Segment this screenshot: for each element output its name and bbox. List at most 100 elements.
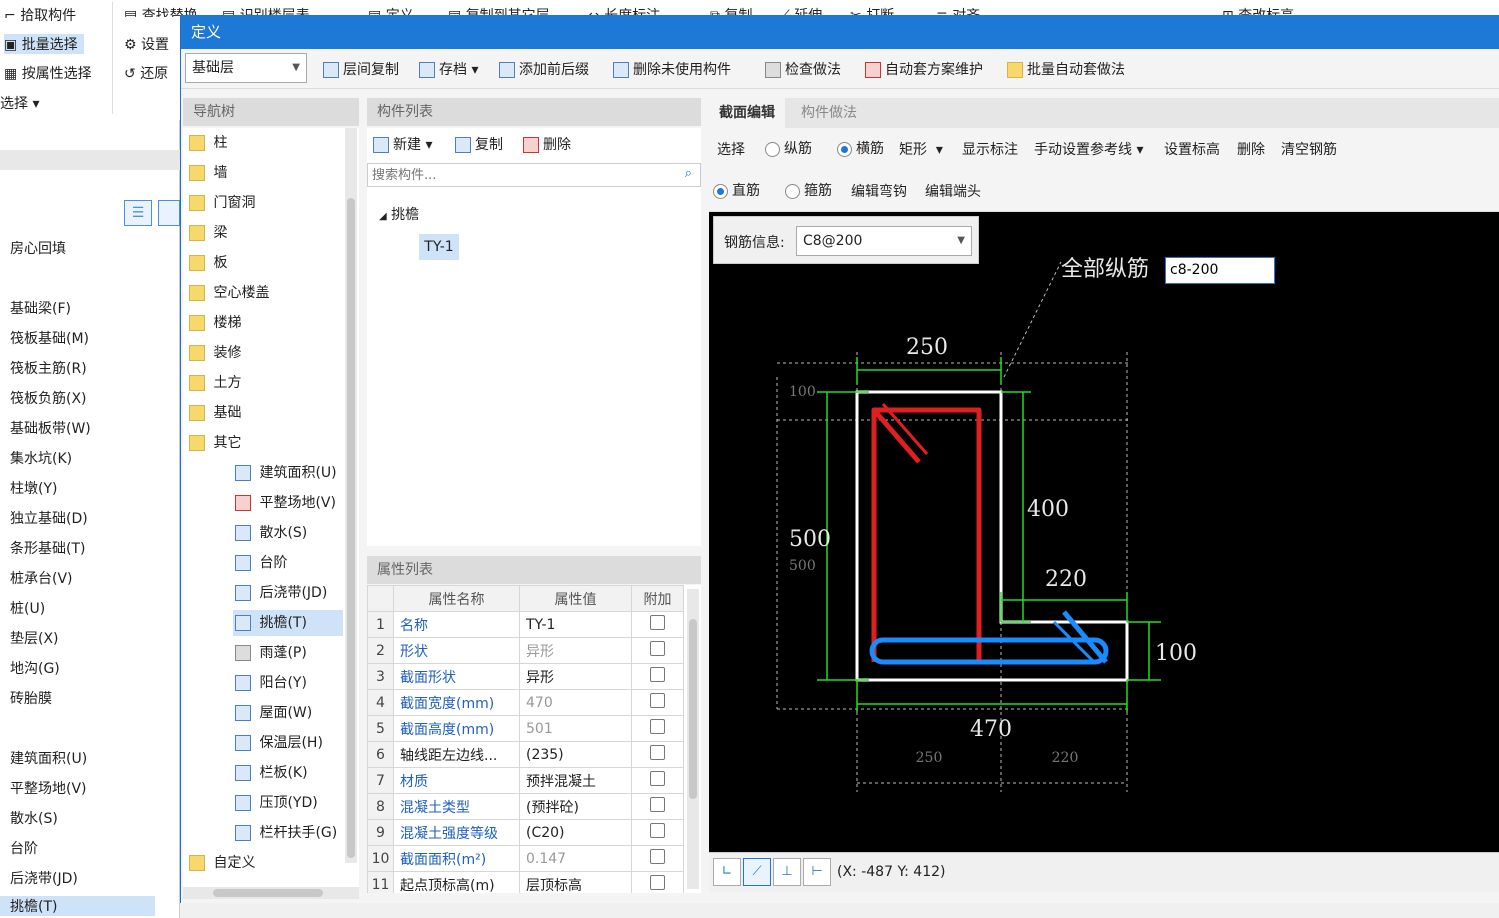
property-row[interactable]: 10 截面面积(m²) 0.147 (367, 845, 684, 872)
property-value[interactable]: 0.147 (519, 845, 632, 872)
list-item[interactable]: 垫层(X) (0, 628, 59, 648)
property-row[interactable]: 4 截面宽度(mm) 470 (367, 689, 684, 716)
tree-subitem[interactable]: 散水(S) (235, 520, 307, 546)
property-row[interactable]: 1 名称 TY-1 (367, 611, 684, 638)
search-icon[interactable]: ⌕ (685, 166, 692, 181)
list-item[interactable]: 筏板主筋(R) (0, 358, 87, 378)
extra-checkbox[interactable] (650, 875, 665, 890)
list-item[interactable]: 基础梁(F) (0, 298, 71, 318)
batch-select-button[interactable]: ▣ 批量选择 (4, 34, 84, 54)
tab-component-method[interactable]: 构件做法 (791, 98, 867, 128)
tree-item[interactable]: 基础 (189, 400, 241, 426)
extra-checkbox[interactable] (650, 849, 665, 864)
tree-subitem[interactable]: 台阶 (235, 550, 287, 576)
transverse-radio[interactable]: 横筋 (837, 138, 884, 158)
list-item[interactable]: 桩(U) (0, 598, 45, 618)
tree-item[interactable]: 楼梯 (189, 310, 241, 336)
list-item[interactable]: 集水坑(K) (0, 448, 72, 468)
reference-line-dropdown[interactable]: 手动设置参考线 ▾ (1034, 139, 1143, 159)
tree-item[interactable]: 梁 (189, 220, 227, 246)
list-item[interactable]: 地沟(G) (0, 658, 60, 678)
property-value[interactable]: TY-1 (519, 611, 632, 638)
extra-checkbox[interactable] (650, 745, 665, 760)
property-value[interactable]: 层顶标高 (519, 871, 632, 893)
tree-item-expanded[interactable]: 其它 (189, 430, 241, 456)
list-item-selected[interactable]: 挑檐(T) (0, 896, 155, 916)
list-view-icon[interactable]: ☰ (124, 200, 152, 226)
list-item[interactable]: 独立基础(D) (0, 508, 88, 528)
extra-checkbox[interactable] (650, 615, 665, 630)
tree-item[interactable]: 土方 (189, 370, 241, 396)
property-row[interactable]: 3 截面形状 异形 (367, 663, 684, 690)
extra-checkbox[interactable] (650, 797, 665, 812)
dimension-icon[interactable]: ⊢ (803, 858, 831, 886)
edit-end-button[interactable]: 编辑端头 (925, 181, 981, 201)
tree-item[interactable]: 门窗洞 (189, 190, 255, 216)
property-value[interactable]: 501 (519, 715, 632, 742)
tree-item[interactable]: 自定义 (189, 850, 255, 876)
tree-subitem[interactable]: 建筑面积(U) (235, 460, 337, 486)
tree-subitem[interactable]: 保温层(H) (235, 730, 323, 756)
list-item[interactable]: 柱墩(Y) (0, 478, 57, 498)
list-item[interactable]: 筏板负筋(X) (0, 388, 87, 408)
copy-component-button[interactable]: 复制 (455, 134, 503, 154)
list-item[interactable]: 建筑面积(U) (0, 748, 87, 768)
check-method-button[interactable]: 检查做法 (765, 59, 841, 79)
pick-component-button[interactable]: ⌐ 拾取构件 (4, 5, 76, 25)
search-component-field[interactable]: ⌕ (367, 163, 701, 187)
list-item[interactable]: 砖胎膜 (0, 688, 52, 708)
restore-button[interactable]: ↺ 还原 (124, 63, 168, 83)
settings-button[interactable]: ⚙ 设置 (124, 34, 169, 54)
tree-subitem[interactable]: 雨蓬(P) (235, 640, 307, 666)
section-canvas[interactable]: 钢筋信息: C8@200 ▼ 250 500 500 100 400 220 1… (709, 212, 1499, 852)
clear-rebar-button[interactable]: 清空钢筋 (1281, 139, 1337, 159)
property-value[interactable]: 预拌混凝土 (519, 767, 632, 794)
extra-checkbox[interactable] (650, 693, 665, 708)
property-value[interactable]: (235) (519, 741, 632, 768)
property-value[interactable]: 异形 (519, 663, 632, 690)
component-group[interactable]: ◢ 挑檐 (379, 204, 419, 224)
select-tool[interactable]: 选择 (717, 139, 745, 159)
tree-item[interactable]: 装修 (189, 340, 241, 366)
list-item[interactable]: 散水(S) (0, 808, 58, 828)
search-input[interactable] (368, 164, 658, 186)
snap-icon[interactable]: ⟋ (743, 858, 771, 886)
tree-subitem[interactable]: 栏板(K) (235, 760, 308, 786)
list-item[interactable]: 基础板带(W) (0, 418, 91, 438)
property-row[interactable]: 6 轴线距左边线... (235) (367, 741, 684, 768)
rectangle-dropdown[interactable]: 矩形 ▾ (899, 139, 943, 159)
extra-checkbox[interactable] (650, 771, 665, 786)
tree-item[interactable]: 柱 (189, 130, 227, 156)
tree-subitem[interactable]: 屋面(W) (235, 700, 312, 726)
batch-auto-button[interactable]: 批量自动套做法 (1007, 59, 1125, 79)
extra-checkbox[interactable] (650, 641, 665, 656)
tree-subitem[interactable]: 平整场地(V) (235, 490, 336, 516)
list-item[interactable]: 桩承台(V) (0, 568, 73, 588)
perpendicular-icon[interactable]: ⊥ (773, 858, 801, 886)
property-row[interactable]: 2 形状 异形 (367, 637, 684, 664)
add-prefix-button[interactable]: 添加前后缀 (499, 59, 589, 79)
stirrup-radio[interactable]: 箍筋 (785, 180, 832, 200)
component-item-selected[interactable]: TY-1 (419, 234, 459, 260)
tree-item[interactable]: 空心楼盖 (189, 280, 269, 306)
nav-horizontal-scrollbar[interactable] (183, 887, 359, 899)
list-item[interactable]: 台阶 (0, 838, 38, 858)
grid-view-icon[interactable] (158, 200, 180, 226)
tree-subitem[interactable]: 栏杆扶手(G) (235, 820, 337, 846)
new-button[interactable]: 新建 ▾ (373, 134, 432, 154)
straight-bar-radio[interactable]: 直筋 (713, 180, 760, 200)
property-value[interactable]: 470 (519, 689, 632, 716)
show-annotation-button[interactable]: 显示标注 (962, 139, 1018, 159)
nav-vertical-scrollbar[interactable] (345, 128, 357, 863)
rebar-input-field[interactable]: c8-200 (1165, 257, 1275, 284)
list-item[interactable]: 筏板基础(M) (0, 328, 89, 348)
delete-rebar-button[interactable]: 删除 (1237, 139, 1265, 159)
tab-section-edit[interactable]: 截面编辑 (709, 98, 785, 128)
select-group-label[interactable]: 选择 ▾ (0, 93, 39, 113)
archive-button[interactable]: 存档 ▾ (419, 59, 478, 79)
list-item[interactable]: 后浇带(JD) (0, 868, 78, 888)
tree-subitem[interactable]: 压顶(YD) (235, 790, 318, 816)
longitudinal-radio[interactable]: 纵筋 (765, 138, 812, 158)
property-row[interactable]: 8 混凝土类型 (预拌砼) (367, 793, 684, 820)
list-item[interactable]: 房心回填 (0, 238, 66, 258)
